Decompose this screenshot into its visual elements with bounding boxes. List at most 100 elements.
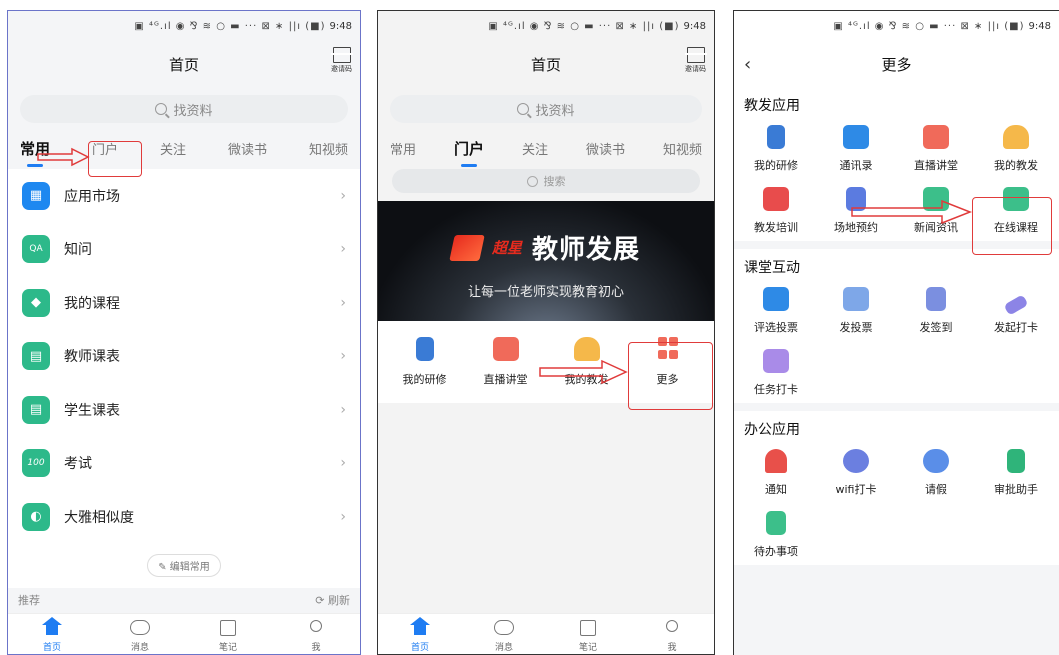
app-label: 发签到 — [919, 321, 953, 334]
tab-follow[interactable]: 关注 — [160, 139, 186, 158]
nav-notes[interactable]: 笔记 — [208, 620, 248, 653]
vote-icon — [763, 287, 789, 311]
tab-video[interactable]: 知视频 — [309, 139, 348, 158]
app-label: 直播讲堂 — [914, 159, 958, 172]
nav-profile[interactable]: 我 — [296, 620, 336, 653]
status-time: 9:48 — [683, 20, 706, 32]
app-live-lecture[interactable]: 直播讲堂 — [896, 125, 976, 173]
app-checkin[interactable]: 发签到 — [896, 287, 976, 335]
quick-label: 我的研修 — [402, 373, 447, 386]
nav-messages[interactable]: 消息 — [120, 620, 160, 653]
app-approval[interactable]: 审批助手 — [976, 449, 1056, 497]
recommend-bar: 推荐 ⟳ 刷新 — [8, 588, 360, 612]
nav-label: 首页 — [410, 643, 429, 653]
qa-icon: QA — [22, 235, 50, 264]
teacher-development-banner[interactable]: 超星 教师发展 让每一位老师实现教育初心 — [378, 201, 714, 321]
app-header: 首页 邀请码 — [378, 41, 714, 87]
graduation-cap-icon: ◆ — [22, 288, 50, 317]
app-todo[interactable]: 待办事项 — [736, 511, 816, 559]
tab-portal[interactable]: 门户 — [454, 138, 484, 159]
nav-label: 我 — [311, 643, 321, 653]
app-punch[interactable]: 发起打卡 — [976, 287, 1056, 335]
tab-microbook[interactable]: 微读书 — [228, 139, 267, 158]
app-contacts[interactable]: 通讯录 — [816, 125, 896, 173]
message-icon — [130, 620, 150, 635]
list-item-label: 大雅相似度 — [64, 509, 134, 526]
top-tabs: 常用 门户 关注 微读书 知视频 — [378, 131, 714, 165]
list-item-exam[interactable]: 100 考试 › — [8, 437, 360, 491]
profile-icon — [310, 620, 322, 632]
portal-search-bar[interactable]: 搜索 — [392, 169, 700, 193]
app-ballot[interactable]: 发投票 — [816, 287, 896, 335]
app-leave[interactable]: 请假 — [896, 449, 976, 497]
search-icon — [526, 175, 538, 187]
banner-brand: 超星 教师发展 — [378, 229, 714, 266]
list-item-student-schedule[interactable]: ▤ 学生课表 › — [8, 383, 360, 437]
search-bar[interactable]: 找资料 — [390, 95, 702, 123]
chevron-right-icon: › — [340, 348, 346, 365]
app-label: 发投票 — [839, 321, 873, 334]
app-list: ▦ 应用市场 › QA 知问 › ◆ 我的课程 › ▤ 教师课表 › ▤ 学生课… — [8, 169, 360, 544]
brand-name: 超星 — [491, 239, 522, 257]
home-icon — [42, 617, 62, 637]
app-wifi-punch[interactable]: wifi打卡 — [816, 449, 896, 497]
invite-code-button[interactable]: 邀请码 — [330, 47, 353, 74]
app-grid: 评选投票 发投票 发签到 发起打卡 任务打卡 — [734, 287, 1059, 397]
nav-messages[interactable]: 消息 — [484, 620, 524, 653]
search-icon — [517, 103, 530, 115]
teacher-icon — [1003, 125, 1029, 149]
tab-video[interactable]: 知视频 — [663, 139, 702, 158]
grid-icon: ▦ — [22, 181, 50, 210]
screen-home-common: ▣ ⁴ᴳ.ıl ◉ ⅋ ≋ ○ ▬ ··· ⊠ ∗ ||ı (■) 9:48 首… — [7, 10, 361, 655]
annotation-highlight-portal — [88, 141, 142, 177]
list-item-app-market[interactable]: ▦ 应用市场 › — [8, 169, 360, 223]
list-item-similarity[interactable]: ◐ 大雅相似度 › — [8, 490, 360, 544]
app-training[interactable]: 教发培训 — [736, 187, 816, 235]
note-icon — [220, 620, 236, 636]
app-header: 首页 邀请码 — [8, 41, 360, 87]
tab-common[interactable]: 常用 — [390, 139, 416, 158]
list-item-label: 教师课表 — [64, 349, 120, 366]
list-item-label: 学生课表 — [64, 402, 120, 419]
task-calendar-icon — [763, 349, 789, 373]
app-task-punch[interactable]: 任务打卡 — [736, 349, 816, 397]
nav-notes[interactable]: 笔记 — [568, 620, 608, 653]
chevron-right-icon: › — [340, 294, 346, 311]
app-label: 请假 — [925, 483, 947, 496]
quick-my-training[interactable]: 我的研修 — [390, 337, 460, 387]
app-label: 通讯录 — [839, 159, 873, 172]
app-my-training[interactable]: 我的研修 — [736, 125, 816, 173]
nav-home[interactable]: 首页 — [32, 617, 72, 653]
app-label: 评选投票 — [754, 321, 798, 334]
quick-live-lecture[interactable]: 直播讲堂 — [471, 337, 541, 387]
back-icon[interactable]: ‹ — [744, 54, 751, 75]
app-my-development[interactable]: 我的教发 — [976, 125, 1056, 173]
contacts-icon — [843, 125, 869, 149]
refresh-button[interactable]: ⟳ 刷新 — [315, 592, 350, 608]
page-title: 首页 — [168, 55, 199, 74]
tab-follow[interactable]: 关注 — [522, 139, 548, 158]
status-icons: ▣ ⁴ᴳ.ıl ◉ ⅋ ≋ ○ ▬ ··· ⊠ ∗ ||ı (■) — [833, 20, 1025, 32]
status-icons: ▣ ⁴ᴳ.ıl ◉ ⅋ ≋ ○ ▬ ··· ⊠ ∗ ||ı (■) — [488, 20, 680, 32]
nav-label: 消息 — [494, 643, 513, 653]
training-icon — [763, 187, 789, 211]
list-item-qa[interactable]: QA 知问 › — [8, 223, 360, 277]
page-title: 更多 — [881, 55, 912, 74]
message-icon — [494, 620, 514, 635]
search-bar[interactable]: 找资料 — [20, 95, 348, 123]
invite-code-button[interactable]: 邀请码 — [684, 47, 707, 74]
list-item-label: 应用市场 — [64, 188, 120, 205]
tab-microbook[interactable]: 微读书 — [586, 139, 625, 158]
edit-common-button[interactable]: ✎ 编辑常用 — [147, 554, 221, 577]
list-item-teacher-schedule[interactable]: ▤ 教师课表 › — [8, 330, 360, 384]
clipboard-icon — [415, 337, 434, 361]
nav-home[interactable]: 首页 — [400, 617, 440, 653]
app-label: 我的教发 — [994, 159, 1038, 172]
list-item-my-courses[interactable]: ◆ 我的课程 › — [8, 276, 360, 330]
ballot-icon — [843, 287, 869, 311]
app-notice[interactable]: 通知 — [736, 449, 816, 497]
status-time: 9:48 — [1028, 20, 1051, 32]
chevron-right-icon: › — [340, 508, 346, 525]
nav-profile[interactable]: 我 — [652, 620, 692, 653]
app-vote[interactable]: 评选投票 — [736, 287, 816, 335]
